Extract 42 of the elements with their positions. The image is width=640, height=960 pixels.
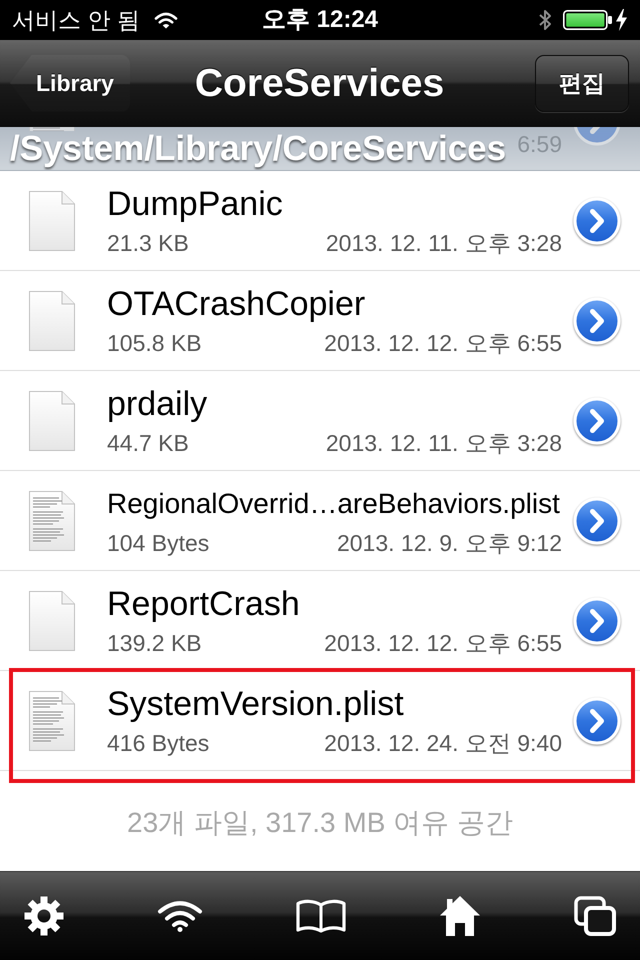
file-date: 2013. 12. 12. 오후 6:55: [324, 628, 562, 656]
file-size: 105.8 KB: [107, 328, 202, 356]
lightning-icon: [616, 9, 627, 31]
settings-icon[interactable]: [24, 896, 64, 936]
file-name: OTACrashCopier: [107, 284, 366, 322]
carrier-text: 서비스 안 됨: [12, 8, 140, 32]
file-date: 2013. 12. 9. 오후 9:12: [336, 528, 562, 556]
battery-icon: [563, 10, 612, 30]
file-date: 2013. 12. 11. 오후 3:28: [326, 428, 562, 456]
file-icon: [29, 190, 75, 250]
file-size: 21.3 KB: [107, 228, 189, 256]
file-size: 44.7 KB: [107, 428, 189, 456]
file-name: SystemVersion.plist: [107, 684, 405, 722]
overlapping-squares-icon[interactable]: [574, 896, 616, 936]
file-icon: [29, 590, 75, 650]
file-date: 2013. 12. 12. 오후 6:55: [324, 328, 562, 356]
nav-title: CoreServices: [194, 64, 444, 102]
status-time: 오후 12:24: [262, 8, 378, 32]
back-button[interactable]: Library: [10, 54, 130, 112]
file-name: RegionalOverrid…areBehaviors.plist: [107, 486, 561, 521]
file-date: 6:59: [517, 130, 562, 158]
file-icon: [29, 390, 75, 450]
file-size: 139.2 KB: [107, 628, 202, 656]
file-name: prdaily: [107, 384, 208, 422]
book-icon[interactable]: [296, 899, 346, 933]
storage-summary: 23개 파일, 317.3 MB 여유 공간: [127, 806, 513, 837]
file-name: ReportCrash: [107, 584, 301, 622]
file-name: DumpPanic: [107, 184, 284, 222]
file-icon: [29, 290, 75, 350]
file-icon: [29, 690, 75, 750]
file-date: 2013. 12. 24. 오전 9:40: [324, 728, 562, 756]
file-icon: [29, 127, 75, 131]
file-icon: [29, 490, 75, 550]
file-size: 416 Bytes: [107, 728, 210, 756]
home-icon[interactable]: [439, 895, 481, 937]
file-date: 2013. 12. 11. 오후 3:28: [326, 228, 562, 256]
file-size: 104 Bytes: [107, 528, 210, 556]
bluetooth-icon: [538, 8, 552, 32]
wifi-icon[interactable]: [157, 900, 203, 932]
wifi-icon: [154, 11, 178, 29]
edit-button[interactable]: 편집: [535, 54, 629, 112]
path-title: /System/Library/CoreServices: [10, 131, 506, 166]
